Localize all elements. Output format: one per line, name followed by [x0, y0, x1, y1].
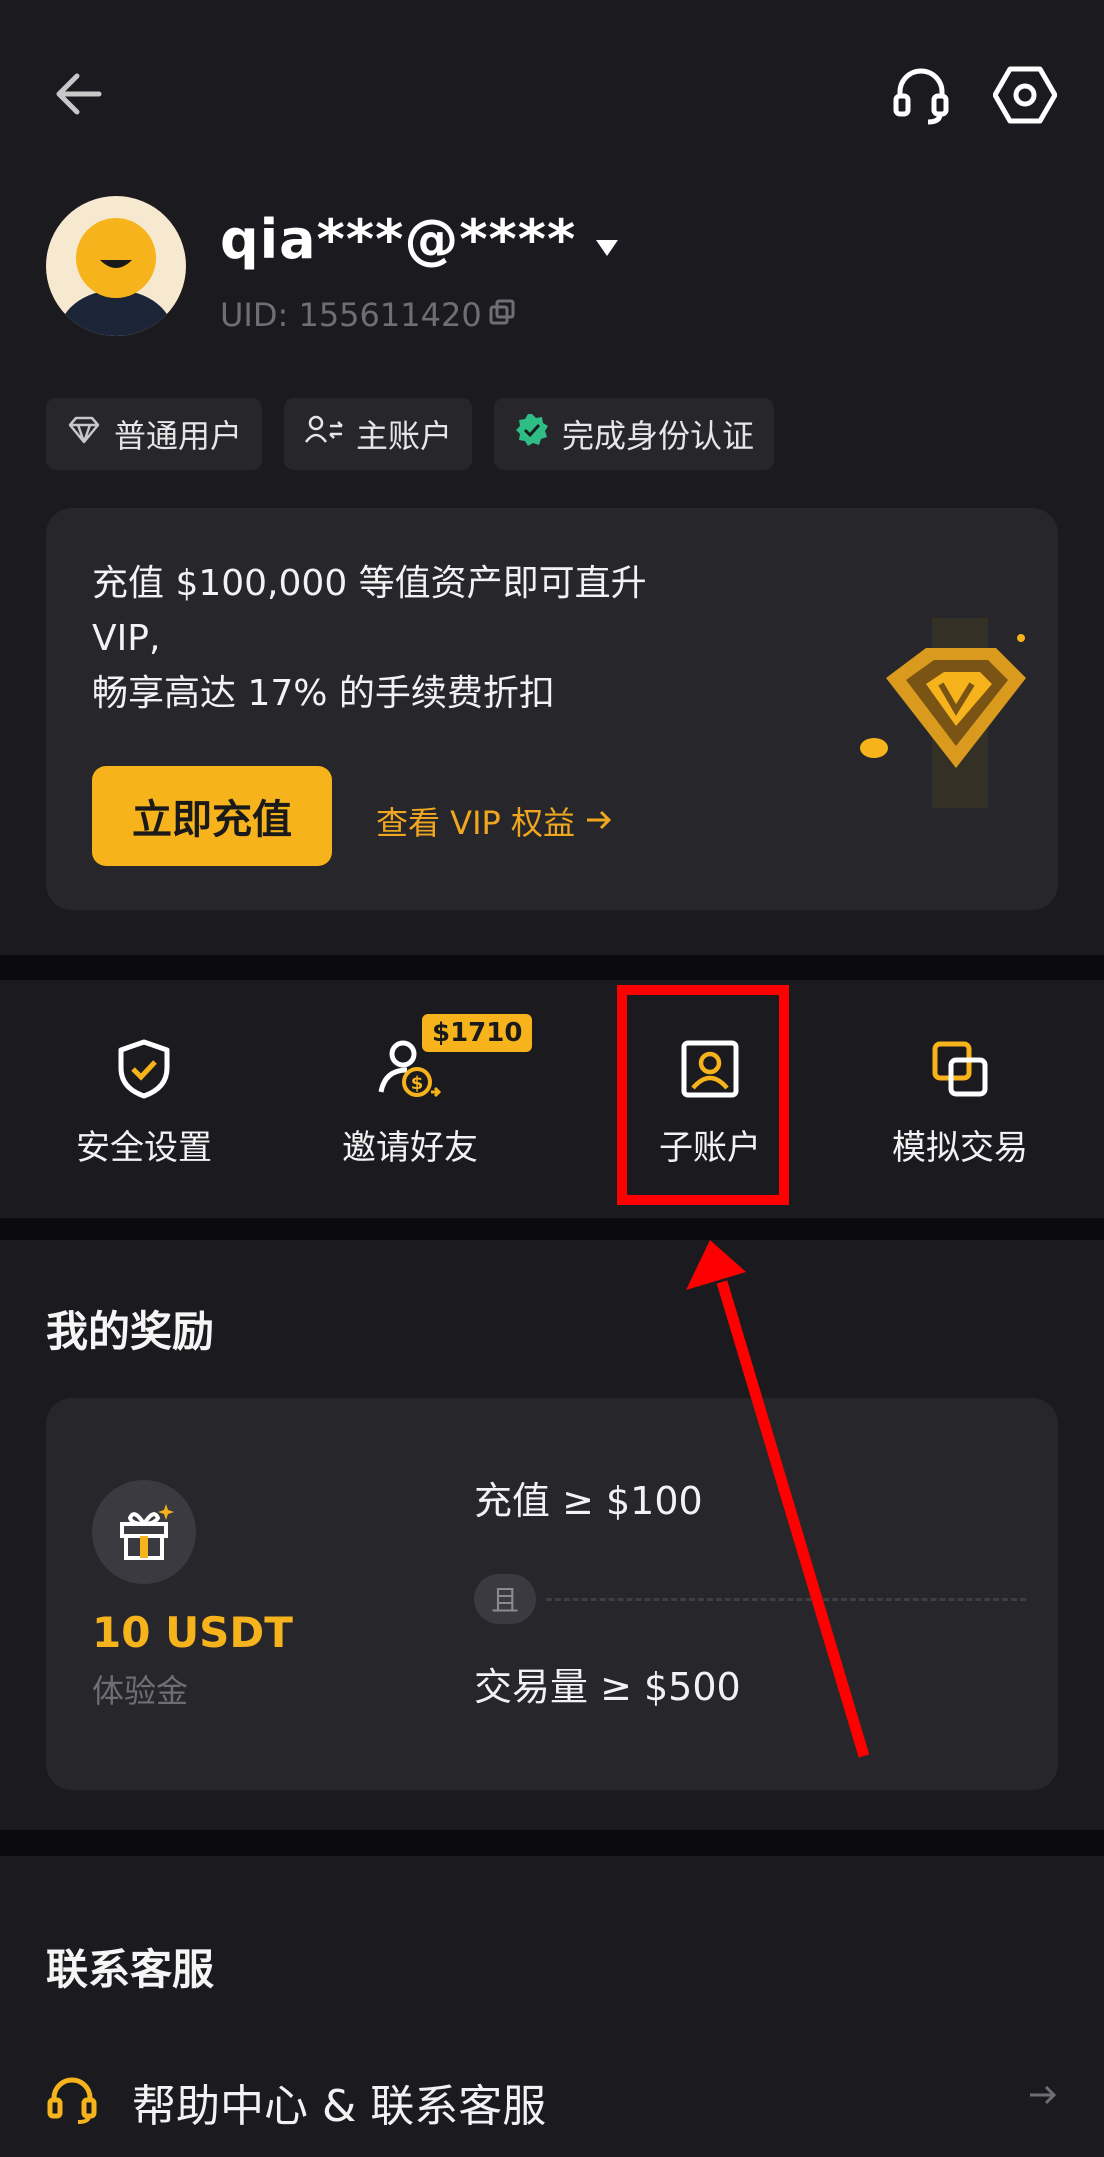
tag-label: 完成身份认证	[562, 417, 755, 455]
sub-account-icon	[677, 1036, 743, 1102]
demo-trading-icon	[927, 1036, 993, 1102]
help-center-label: 帮助中心 & 联系客服	[132, 2081, 547, 2132]
rewards-title: 我的奖励	[46, 1307, 215, 1356]
account-page: qia***@**** UID: 155611420 普通用户 主账户 完成身份…	[0, 0, 1104, 2157]
uid-row: UID: 155611420	[220, 296, 516, 334]
quick-actions: 安全设置 $ 邀请好友 子账户 模拟交易	[0, 980, 1104, 1218]
reward-condition-deposit: 充值 ≥ $100	[474, 1479, 703, 1523]
username-text: qia***@****	[220, 208, 577, 271]
shield-check-icon	[111, 1036, 177, 1102]
settings-hexagon-icon[interactable]	[990, 60, 1060, 130]
copy-icon[interactable]	[488, 296, 516, 334]
avatar[interactable]	[46, 196, 186, 336]
action-security-settings[interactable]: 安全设置	[34, 980, 254, 1218]
action-demo-trading[interactable]: 模拟交易	[850, 980, 1070, 1218]
and-pill: 且	[474, 1574, 536, 1624]
action-label: 安全设置	[76, 1128, 212, 1168]
gift-icon	[92, 1480, 196, 1584]
reward-type: 体验金	[92, 1672, 189, 1710]
help-center-row[interactable]: 帮助中心 & 联系客服	[46, 2062, 1058, 2142]
rewards-section: 我的奖励 10 USDT 体验金 充值 ≥ $100 且 交易量 ≥ $500	[0, 1240, 1104, 1830]
vip-line-1: 充值 $100,000 等值资产即可直升	[92, 563, 647, 604]
vip-promo-text: 充值 $100,000 等值资产即可直升 VIP, 畅享高达 17% 的手续费折…	[92, 556, 732, 721]
diamond-icon	[66, 415, 102, 453]
divider	[546, 1598, 1026, 1601]
action-sub-account[interactable]: 子账户	[600, 980, 820, 1218]
reward-condition-volume: 交易量 ≥ $500	[474, 1665, 741, 1709]
action-label: 模拟交易	[892, 1128, 1028, 1168]
contact-section: 联系客服 帮助中心 & 联系客服	[0, 1856, 1104, 2157]
action-label: 邀请好友	[342, 1128, 478, 1168]
tag-user-level[interactable]: 普通用户	[46, 398, 263, 470]
vip-link-label: 查看 VIP 权益	[376, 804, 575, 842]
tag-label: 主账户	[356, 417, 453, 455]
vip-line-3: 畅享高达 17% 的手续费折扣	[92, 673, 555, 714]
view-vip-benefits-link[interactable]: 查看 VIP 权益	[376, 798, 613, 844]
vip-promo-card: 充值 $100,000 等值资产即可直升 VIP, 畅享高达 17% 的手续费折…	[46, 508, 1058, 910]
arrow-right-icon	[585, 802, 613, 840]
tag-label: 普通用户	[114, 417, 243, 455]
contact-title: 联系客服	[46, 1945, 215, 1994]
headset-icon[interactable]	[886, 60, 956, 130]
tag-main-account[interactable]: 主账户	[284, 398, 473, 470]
deposit-now-button[interactable]: 立即充值	[92, 766, 332, 866]
verified-badge-icon	[514, 412, 550, 456]
tag-verified[interactable]: 完成身份认证	[494, 398, 775, 470]
uid-text: UID: 155611420	[220, 296, 482, 334]
action-label: 子账户	[659, 1128, 761, 1168]
account-tags: 普通用户 主账户 完成身份认证	[46, 398, 775, 470]
headset-icon	[46, 2074, 98, 2130]
vip-line-2: VIP,	[92, 618, 161, 659]
arrow-right-icon	[1028, 2082, 1058, 2112]
reward-card[interactable]: 10 USDT 体验金 充值 ≥ $100 且 交易量 ≥ $500	[46, 1398, 1058, 1790]
invite-reward-badge: $1710	[422, 1014, 533, 1052]
reward-amount: 10 USDT	[92, 1608, 293, 1657]
vip-diamond-graphic	[836, 618, 1036, 818]
chevron-down-icon[interactable]	[594, 208, 620, 271]
username[interactable]: qia***@****	[220, 208, 620, 271]
user-switch-icon	[304, 414, 344, 454]
back-arrow-icon[interactable]	[46, 62, 110, 126]
svg-text:$: $	[411, 1073, 424, 1094]
